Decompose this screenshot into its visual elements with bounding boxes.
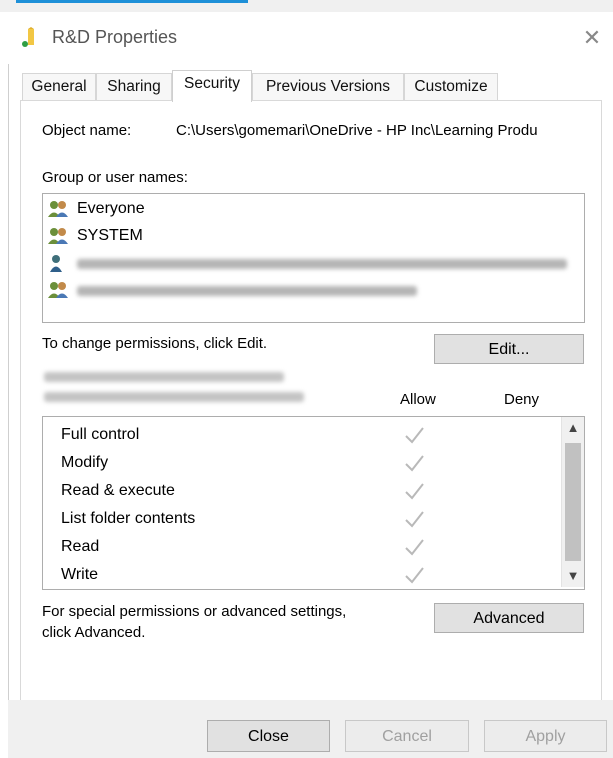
permission-row: Full control bbox=[61, 421, 541, 449]
permission-name: Read bbox=[61, 538, 100, 555]
list-item-system[interactable]: SYSTEM bbox=[47, 224, 577, 248]
user-icon bbox=[50, 255, 62, 272]
permission-name: List folder contents bbox=[61, 510, 196, 527]
permission-row: Read bbox=[61, 533, 541, 561]
object-name-label: Object name: bbox=[42, 122, 132, 139]
tab-previous-versions[interactable]: Previous Versions bbox=[252, 73, 404, 100]
cancel-button[interactable]: Cancel bbox=[345, 720, 469, 752]
allow-check-icon bbox=[405, 455, 424, 472]
tab-customize[interactable]: Customize bbox=[404, 73, 498, 100]
redacted-name bbox=[77, 286, 417, 296]
permission-row: Modify bbox=[61, 449, 541, 477]
permission-name: Write bbox=[61, 566, 99, 583]
deny-column-header: Deny bbox=[504, 391, 540, 408]
advanced-button[interactable]: Advanced bbox=[434, 603, 584, 633]
user-name: Everyone bbox=[77, 200, 145, 217]
allow-check-icon bbox=[405, 539, 424, 556]
permission-row: List folder contents bbox=[61, 505, 541, 533]
permission-row: Write bbox=[61, 561, 541, 589]
redacted-permissions-header-line2 bbox=[44, 392, 304, 402]
allow-check-icon bbox=[405, 427, 424, 444]
allow-check-icon bbox=[405, 567, 424, 584]
scroll-down-icon[interactable]: ▼ bbox=[562, 565, 584, 587]
allow-check-icon bbox=[405, 483, 424, 500]
close-button[interactable]: Close bbox=[207, 720, 330, 752]
edit-button[interactable]: Edit... bbox=[434, 334, 584, 364]
tab-security[interactable]: Security bbox=[172, 70, 252, 102]
group-users-icon bbox=[48, 228, 68, 244]
permissions-list[interactable]: Full control Modify Read & execute List … bbox=[42, 416, 585, 590]
close-icon[interactable]: ✕ bbox=[578, 24, 606, 52]
advanced-text-line2: click Advanced. bbox=[42, 624, 146, 641]
folder-icon bbox=[22, 27, 34, 47]
scroll-thumb[interactable] bbox=[565, 443, 581, 561]
advanced-text-line1: For special permissions or advanced sett… bbox=[42, 603, 347, 620]
list-item-everyone[interactable]: Everyone bbox=[47, 197, 577, 221]
tab-sharing[interactable]: Sharing bbox=[96, 73, 172, 100]
list-item-redacted-user[interactable] bbox=[47, 251, 577, 275]
tab-general[interactable]: General bbox=[22, 73, 96, 100]
group-users-icon bbox=[48, 201, 68, 217]
object-name-value: C:\Users\gomemari\OneDrive - HP Inc\Lear… bbox=[176, 122, 538, 139]
accent-strip bbox=[16, 0, 248, 3]
group-names-label: Group or user names: bbox=[42, 169, 188, 186]
user-name: SYSTEM bbox=[77, 227, 143, 244]
redacted-name bbox=[77, 259, 567, 269]
change-permissions-text: To change permissions, click Edit. bbox=[42, 335, 268, 352]
group-users-icon bbox=[48, 282, 68, 298]
permission-row: Read & execute bbox=[61, 477, 541, 505]
list-item-redacted-group[interactable] bbox=[47, 278, 577, 302]
permission-name: Full control bbox=[61, 426, 140, 443]
allow-check-icon bbox=[405, 511, 424, 528]
group-user-list[interactable]: Everyone SYSTEM bbox=[42, 193, 585, 323]
apply-button[interactable]: Apply bbox=[484, 720, 607, 752]
window-title: R&D Properties bbox=[52, 27, 178, 47]
permission-name: Modify bbox=[61, 454, 109, 471]
allow-column-header: Allow bbox=[400, 391, 436, 408]
scroll-up-icon[interactable]: ▲ bbox=[562, 417, 584, 439]
top-edge bbox=[0, 0, 613, 12]
redacted-permissions-header bbox=[44, 372, 284, 382]
permissions-scrollbar[interactable]: ▲ ▼ bbox=[561, 417, 584, 587]
permission-name: Read & execute bbox=[61, 482, 175, 499]
